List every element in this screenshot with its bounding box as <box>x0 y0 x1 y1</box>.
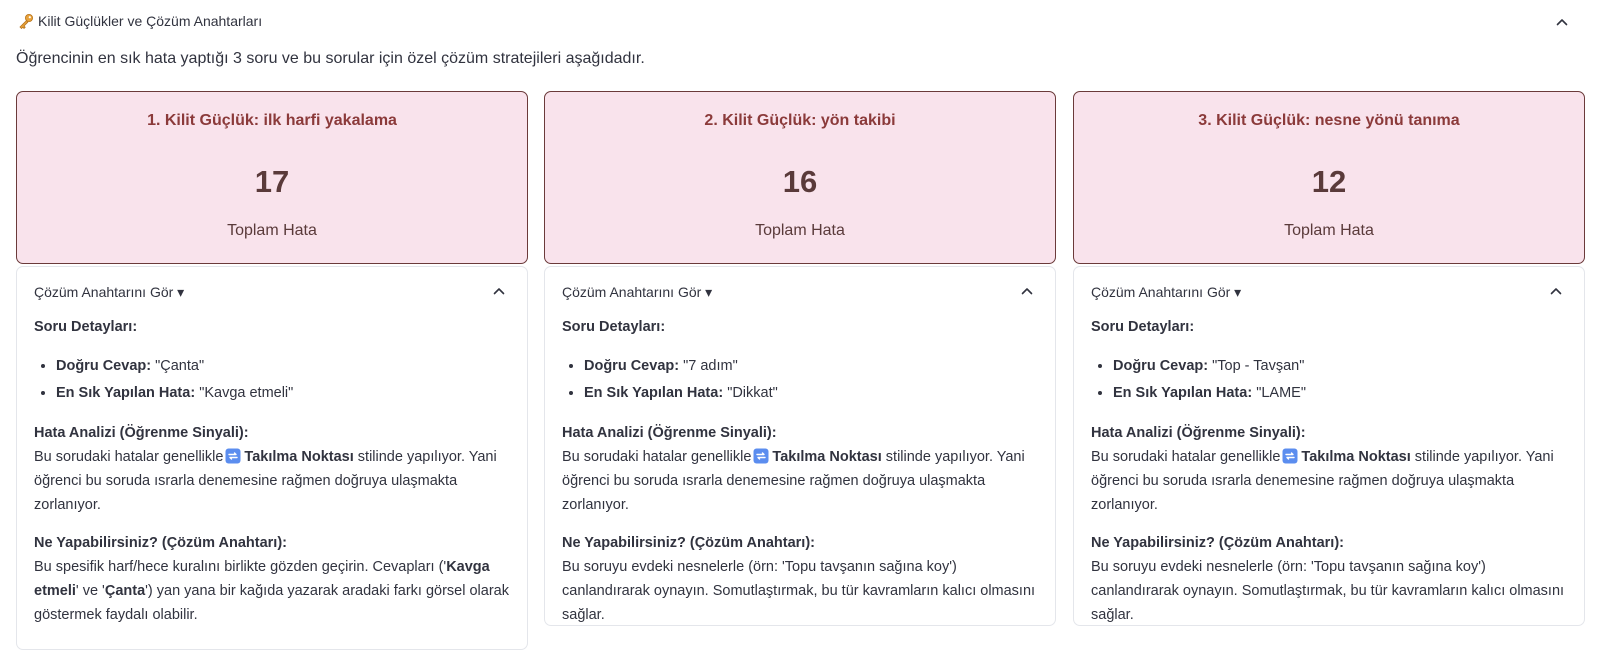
chevron-up-icon[interactable] <box>491 283 507 299</box>
analysis-text: Bu sorudaki hatalar genellikle Takılma No… <box>34 448 497 513</box>
repeat-icon <box>225 448 241 464</box>
chevron-up-icon[interactable] <box>1548 283 1564 299</box>
analysis-text: Bu sorudaki hatalar genellikle Takılma No… <box>1091 448 1554 513</box>
section-title: Kilit Güçlükler ve Çözüm Anahtarları <box>18 13 262 29</box>
section-title-text: Kilit Güçlükler ve Çözüm Anahtarları <box>38 13 263 29</box>
list-item: En Sık Yapılan Hata: "Kavga etmeli" <box>56 380 510 407</box>
error-count: 17 <box>254 164 290 199</box>
error-count-label: Toplam Hata <box>1284 222 1374 239</box>
analysis-text: Bu sorudaki hatalar genellikle Takılma No… <box>562 448 1025 513</box>
card-title: 1. Kilit Güçlük: ilk harfi yakalama <box>147 112 397 129</box>
solution-text: Bu spesifik harf/hece kuralını birlikte … <box>34 559 509 623</box>
list-item: Doğru Cevap: "Top - Tavşan" <box>1113 353 1567 380</box>
answer-list: Doğru Cevap: "Çanta" En Sık Yapılan Hata… <box>56 353 510 407</box>
card-title: 2. Kilit Güçlük: yön takibi <box>704 112 896 129</box>
expander-header[interactable]: Çözüm Anahtarını Gör ▾ <box>545 267 1055 315</box>
list-item: Doğru Cevap: "Çanta" <box>56 353 510 380</box>
error-count-label: Toplam Hata <box>755 222 845 239</box>
expander-title: Çözüm Anahtarını Gör ▾ <box>34 284 185 300</box>
expander-header[interactable]: Çözüm Anahtarını Gör ▾ <box>17 267 527 315</box>
details-title: Soru Detayları: <box>562 319 666 335</box>
solution-text: Bu soruyu evdeki nesnelerle (örn: 'Topu … <box>562 559 1036 623</box>
analysis-title: Hata Analizi (Öğrenme Sinyali): <box>1091 425 1306 441</box>
repeat-icon <box>1282 448 1298 464</box>
summary-card: 3. Kilit Güçlük: nesne yönü tanıma 12 To… <box>1073 91 1585 264</box>
chevron-up-icon[interactable] <box>1554 14 1570 30</box>
key-icon <box>19 14 33 29</box>
card-title: 3. Kilit Güçlük: nesne yönü tanıma <box>1198 112 1460 129</box>
solution-expander: Çözüm Anahtarını Gör ▾ Soru Detayları: D… <box>544 266 1056 626</box>
solution-text: Bu soruyu evdeki nesnelerle (örn: 'Topu … <box>1091 559 1565 623</box>
difficulty-column-2: 2. Kilit Güçlük: yön takibi 16 Toplam Ha… <box>544 91 1056 626</box>
details-title: Soru Detayları: <box>34 319 138 335</box>
solution-expander: Çözüm Anahtarını Gör ▾ Soru Detayları: D… <box>1073 266 1585 626</box>
expander-header[interactable]: Çözüm Anahtarını Gör ▾ <box>1074 267 1584 315</box>
difficulty-column-1: 1. Kilit Güçlük: ilk harfi yakalama 17 T… <box>16 91 528 650</box>
solution-expander: Çözüm Anahtarını Gör ▾ Soru Detayları: D… <box>16 266 528 650</box>
expander-title: Çözüm Anahtarını Gör ▾ <box>562 284 713 300</box>
chevron-up-icon[interactable] <box>1019 283 1035 299</box>
answer-list: Doğru Cevap: "Top - Tavşan" En Sık Yapıl… <box>1113 353 1567 407</box>
expander-title: Çözüm Anahtarını Gör ▾ <box>1091 284 1242 300</box>
section-header[interactable]: Kilit Güçlükler ve Çözüm Anahtarları <box>0 0 1600 46</box>
summary-card: 2. Kilit Güçlük: yön takibi 16 Toplam Ha… <box>544 91 1056 264</box>
difficulty-column-3: 3. Kilit Güçlük: nesne yönü tanıma 12 To… <box>1073 91 1585 626</box>
solution-title: Ne Yapabilirsiniz? (Çözüm Anahtarı): <box>34 535 287 551</box>
list-item: En Sık Yapılan Hata: "LAME" <box>1113 380 1567 407</box>
list-item: En Sık Yapılan Hata: "Dikkat" <box>584 380 1038 407</box>
analysis-title: Hata Analizi (Öğrenme Sinyali): <box>562 425 777 441</box>
solution-title: Ne Yapabilirsiniz? (Çözüm Anahtarı): <box>562 535 815 551</box>
intro-text: Öğrencinin en sık hata yaptığı 3 soru ve… <box>16 50 645 67</box>
error-count: 16 <box>782 164 818 199</box>
details-title: Soru Detayları: <box>1091 319 1195 335</box>
error-count-label: Toplam Hata <box>227 222 317 239</box>
list-item: Doğru Cevap: "7 adım" <box>584 353 1038 380</box>
repeat-icon <box>753 448 769 464</box>
error-count: 12 <box>1311 164 1347 199</box>
solution-title: Ne Yapabilirsiniz? (Çözüm Anahtarı): <box>1091 535 1344 551</box>
answer-list: Doğru Cevap: "7 adım" En Sık Yapılan Hat… <box>584 353 1038 407</box>
analysis-title: Hata Analizi (Öğrenme Sinyali): <box>34 425 249 441</box>
summary-card: 1. Kilit Güçlük: ilk harfi yakalama 17 T… <box>16 91 528 264</box>
